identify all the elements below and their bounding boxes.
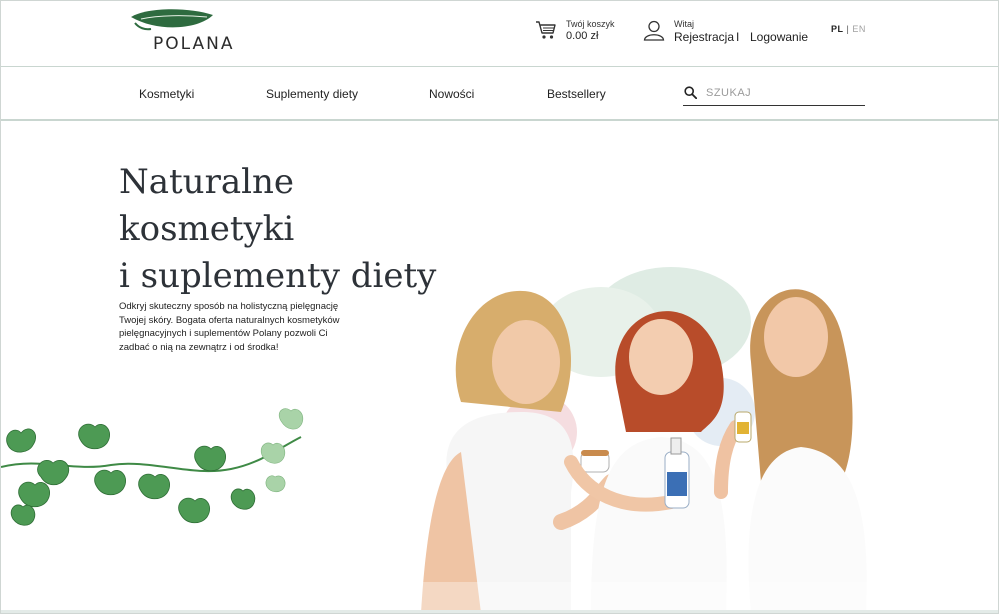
user-icon xyxy=(643,20,665,41)
nav-item-kosmetyki[interactable]: Kosmetyki xyxy=(139,87,194,101)
account-area: Witaj Rejestracja I Logowanie xyxy=(643,17,813,47)
headline-line: Naturalne xyxy=(119,162,294,202)
cart-icon xyxy=(536,21,556,39)
ivy-vine-decoration xyxy=(1,408,304,526)
headline-line: i suplementy diety xyxy=(119,256,437,296)
description-line: zadbać o nią na zewnątrz i od środka! xyxy=(119,341,279,353)
cart-button[interactable]: Twój koszyk 0.00 zł xyxy=(535,17,635,47)
description-line: Twojej skóry. Bogata oferta naturalnych … xyxy=(119,314,340,326)
language-en[interactable]: EN xyxy=(852,24,866,34)
cart-total: 0.00 zł xyxy=(566,30,599,42)
cart-label: Twój koszyk xyxy=(566,19,615,29)
headline-line: kosmetyki xyxy=(119,209,295,249)
welcome-text: Witaj xyxy=(674,19,694,29)
search-input[interactable] xyxy=(706,84,861,102)
hero-headline: Naturalne kosmetyki i suplementy diety xyxy=(119,159,436,300)
language-separator: | xyxy=(846,24,850,34)
brand-name: POLANA xyxy=(153,34,235,54)
description-line: pielęgnacyjnych i suplementów Polany poz… xyxy=(119,328,328,339)
language-switcher: PL | EN xyxy=(831,24,866,34)
nav-item-suplementy-diety[interactable]: Suplementy diety xyxy=(266,87,358,101)
bottom-divider xyxy=(1,610,998,613)
register-link[interactable]: Rejestracja xyxy=(674,30,734,44)
hero-models-photo xyxy=(421,267,891,613)
nav-item-nowosci[interactable]: Nowości xyxy=(429,87,474,101)
login-link[interactable]: Logowanie xyxy=(750,30,808,44)
nav-item-bestsellery[interactable]: Bestsellery xyxy=(547,87,606,101)
language-pl[interactable]: PL xyxy=(831,24,844,34)
account-separator: I xyxy=(736,30,740,44)
polana-logo[interactable]: POLANA xyxy=(125,7,245,57)
search-bar xyxy=(683,84,865,106)
search-icon[interactable] xyxy=(684,86,697,99)
hero-description: Odkryj skuteczny sposób na holistyczną p… xyxy=(119,300,349,354)
herbapol-badge-icon xyxy=(131,9,213,31)
main-nav: Kosmetyki Suplementy diety Nowości Bests… xyxy=(1,67,998,121)
description-line: Odkryj skuteczny sposób na holistyczną p… xyxy=(119,301,339,312)
top-header: POLANA Twój koszyk 0.00 zł Witaj Rejestr… xyxy=(1,1,998,67)
page: POLANA Twój koszyk 0.00 zł Witaj Rejestr… xyxy=(0,0,999,614)
hero-section: Naturalne kosmetyki i suplementy diety O… xyxy=(1,122,998,613)
